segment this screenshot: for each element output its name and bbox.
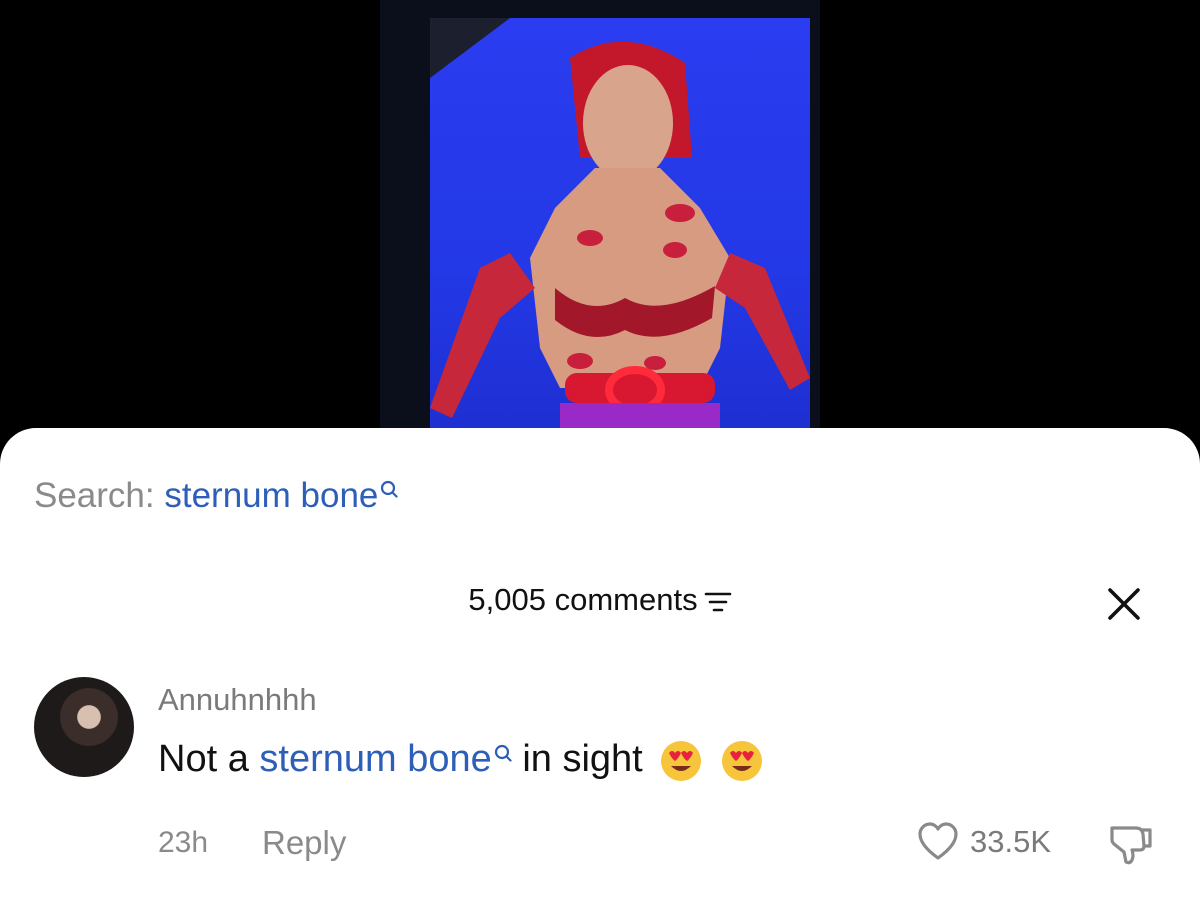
comment-text-after: in sight — [511, 738, 643, 780]
comment-count-label: 5,005 comments — [468, 582, 698, 617]
video-frame-image — [430, 18, 810, 440]
video-player[interactable] — [0, 0, 1200, 440]
comment-body: Not a sternum bone in sight — [158, 738, 764, 783]
thumbs-down-icon[interactable] — [1106, 822, 1154, 866]
comments-header[interactable]: 5,005 comments — [0, 582, 1200, 618]
comment-timestamp: 23h — [158, 826, 209, 859]
performer-image — [430, 41, 810, 440]
close-icon[interactable] — [1102, 582, 1146, 626]
search-term-link[interactable]: sternum bone — [164, 476, 378, 515]
comment-username[interactable]: Annuhnhhh — [158, 682, 317, 718]
filter-icon[interactable] — [704, 591, 732, 613]
search-icon — [381, 480, 398, 498]
search-suggestion[interactable]: Search: sternum bone — [34, 476, 398, 516]
like-button[interactable]: 33.5K — [916, 820, 1051, 864]
heart-eyes-emoji — [661, 740, 702, 781]
heart-eyes-emoji — [721, 740, 762, 781]
comments-sheet: Search: sternum bone 5,005 comments Annu… — [0, 428, 1200, 897]
like-count: 33.5K — [970, 824, 1052, 859]
avatar[interactable] — [34, 677, 134, 777]
heart-outline-icon[interactable] — [916, 820, 960, 864]
comment-text-before: Not a — [158, 738, 260, 780]
reply-button[interactable]: Reply — [262, 824, 346, 862]
search-prefix: Search: — [34, 476, 165, 515]
search-icon — [494, 744, 512, 762]
comment-search-link[interactable]: sternum bone — [259, 738, 491, 780]
